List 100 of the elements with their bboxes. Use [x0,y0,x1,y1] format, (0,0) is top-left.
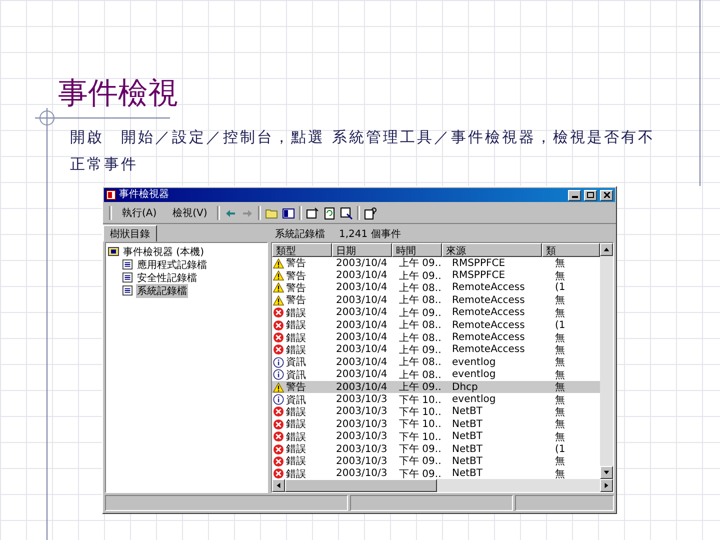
table-cell-text: 錯誤 [286,468,306,479]
maximize-button[interactable] [584,190,597,200]
table-cell-text: 下午 10.. [398,430,442,444]
table-cell-text: 警告 [286,282,306,294]
event-row[interactable]: 資訊 2003/10/3 下午 10.. eventlog 無 [272,393,600,406]
scroll-up-button[interactable] [600,243,613,256]
properties-icon[interactable] [306,206,320,220]
table-cell-text: 無 [554,332,566,345]
help-icon[interactable] [364,206,378,220]
table-cell-text: RemoteAccess [451,344,526,356]
event-row[interactable]: 錯誤 2003/10/4 上午 08.. RemoteAccess (1 [272,318,600,332]
event-row[interactable]: 警告 2003/10/4 上午 09.. Dhcp 無 [272,380,600,394]
tree-item[interactable]: 事件檢視器 (本機) [122,244,205,258]
table-cell-text: 錯誤 [286,332,306,344]
table-cell-text: 錯誤 [286,430,306,444]
export-icon[interactable] [340,206,354,220]
table-cell-text: RemoteAccess [451,307,526,318]
table-cell-text: 2003/10/4 [335,382,388,393]
scroll-left-button[interactable] [272,479,285,492]
event-row[interactable]: 錯誤 2003/10/4 上午 08.. RemoteAccess 無 [272,331,600,344]
table-cell-text: 無 [554,344,566,357]
close-button[interactable] [600,190,613,200]
table-cell-text: 無 [554,406,566,419]
table-cell-text: 警告 [286,256,306,270]
table-cell-text: 上午 08.. [398,332,442,344]
event-row[interactable]: 錯誤 2003/10/3 下午 10.. NetBT 無 [272,418,600,430]
vertical-scrollbar[interactable] [600,243,613,479]
log-icon [122,285,133,296]
table-cell-text: RemoteAccess [451,320,526,331]
log-icon [122,272,133,283]
table-cell-text: 2003/10/3 [335,456,388,467]
table-cell-text: 警告 [286,294,306,308]
event-row[interactable]: 警告 2003/10/4 上午 08.. RemoteAccess (1 [272,282,600,294]
column-header[interactable]: 來源 [442,243,542,257]
event-row[interactable]: 錯誤 2003/10/3 下午 09.. NetBT 無 [272,455,600,468]
event-row[interactable]: 警告 2003/10/4 上午 08.. RemoteAccess 無 [272,294,600,307]
event-row[interactable]: 警告 2003/10/4 上午 09.. RMSPPFCE 無 [272,257,600,270]
table-cell-text: NetBT [451,431,484,442]
viewer-icon [108,246,119,257]
table-cell-text: 2003/10/3 [335,394,388,405]
table-cell-text: 上午 08.. [398,356,442,370]
horizontal-scrollbar[interactable] [272,479,613,492]
menu-item[interactable]: 檢視(V) [166,206,214,220]
column-header[interactable]: 類 [542,243,600,257]
tree-item[interactable]: 安全性記錄檔 [136,270,198,284]
event-row[interactable]: 錯誤 2003/10/3 下午 10.. NetBT 無 [272,430,600,443]
table-cell-text: 警告 [286,270,306,282]
table-cell-text: (1 [554,444,566,455]
table-cell-text: 無 [554,468,566,479]
table-cell-text: 2003/10/4 [335,307,388,318]
window-title: 事件檢視器 [119,188,170,202]
column-header[interactable]: 類型 [272,243,332,257]
scroll-thumb[interactable] [285,479,437,492]
slide-title: 事件檢視 [58,75,179,113]
column-header[interactable]: 時間 [392,243,442,257]
table-cell-text: RMSPPFCE [451,270,506,282]
warning-icon [273,258,284,269]
warning-icon [273,270,284,282]
tree-tab[interactable]: 樹狀目錄 [103,225,157,242]
event-row[interactable]: 錯誤 2003/10/3 下午 09.. NetBT 無 [272,468,600,479]
table-cell-text: RemoteAccess [451,332,526,344]
table-cell-text: 無 [554,356,566,370]
arrow-icon [275,482,282,489]
menu-item[interactable]: 執行(A) [116,206,163,220]
tree-item[interactable]: 應用程式記錄檔 [136,258,208,272]
refresh-icon[interactable] [323,206,336,220]
table-cell-text: 無 [554,455,566,468]
table-cell-text: 2003/10/4 [335,332,388,344]
tree-item[interactable]: 系統記錄檔 [136,284,188,298]
event-row[interactable]: 警告 2003/10/4 上午 09.. RMSPPFCE 無 [272,269,600,282]
table-cell-text: 無 [554,270,566,282]
table-cell-text: (1 [554,282,566,294]
event-row[interactable]: 錯誤 2003/10/4 上午 09.. RemoteAccess 無 [272,344,600,356]
column-header[interactable]: 日期 [332,243,392,257]
panel-icon[interactable] [282,206,296,220]
table-cell-text: 上午 09.. [398,270,442,282]
table-cell-text: 2003/10/4 [335,369,388,380]
scroll-down-button[interactable] [600,466,613,479]
table-cell-text: 無 [554,430,566,444]
table-cell-text: 2003/10/3 [335,418,388,430]
close-icon [604,192,610,198]
table-cell-text: eventlog [451,356,497,368]
minimize-button[interactable] [568,190,581,200]
table-cell-text: 錯誤 [286,454,306,468]
table-cell-text: 上午 09.. [398,344,442,356]
table-cell-text: NetBT [451,418,484,430]
event-row[interactable]: 錯誤 2003/10/3 下午 10.. NetBT 無 [272,406,600,418]
table-cell-text: 警告 [286,380,306,394]
event-row[interactable]: 資訊 2003/10/4 上午 08.. eventlog 無 [272,356,600,369]
table-cell-text: 無 [554,368,566,382]
app-icon [106,190,116,200]
event-row[interactable]: 資訊 2003/10/4 上午 08.. eventlog 無 [272,368,600,381]
table-cell-text: 下午 09.. [398,455,442,468]
table-cell-text: 2003/10/4 [335,356,388,368]
table-cell-text: 上午 08.. [398,294,442,308]
event-row[interactable]: 錯誤 2003/10/4 上午 09.. RemoteAccess 無 [272,306,600,319]
table-cell-text: 上午 09.. [398,256,442,270]
table-cell-text: 無 [554,418,566,432]
scroll-right-button[interactable] [600,479,613,492]
event-row[interactable]: 錯誤 2003/10/3 下午 09.. NetBT (1 [272,442,600,456]
